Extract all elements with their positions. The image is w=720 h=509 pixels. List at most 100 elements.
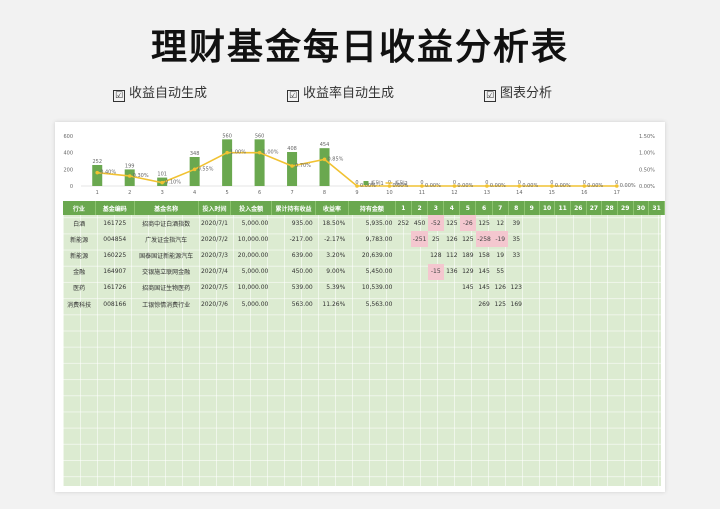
table-cell[interactable] <box>633 280 649 296</box>
table-cell[interactable]: 164907 <box>95 264 134 280</box>
table-cell[interactable] <box>586 296 602 312</box>
table-cell[interactable]: 医药 <box>63 280 95 296</box>
table-cell[interactable]: -26 <box>459 215 476 232</box>
table-cell[interactable] <box>633 215 649 231</box>
table-cell[interactable]: 10,539.00 <box>348 280 395 296</box>
table-cell[interactable] <box>555 296 571 312</box>
table-cell[interactable] <box>633 296 649 312</box>
feature-item-chart[interactable]: ☑ 图表分析 <box>484 82 552 102</box>
table-cell[interactable] <box>602 296 618 312</box>
table-cell[interactable]: 新能源 <box>63 247 95 263</box>
table-cell[interactable] <box>395 231 411 247</box>
table-cell[interactable] <box>586 247 602 263</box>
table-cell[interactable]: 9.00% <box>316 264 349 280</box>
table-cell[interactable] <box>395 280 411 296</box>
table-cell[interactable]: 145 <box>476 280 492 296</box>
table-cell[interactable]: -258 <box>475 231 493 248</box>
table-cell[interactable] <box>539 264 555 280</box>
table-cell[interactable]: 5,935.00 <box>348 215 395 231</box>
table-cell[interactable] <box>570 231 586 247</box>
table-cell[interactable]: 450.00 <box>271 264 315 280</box>
table-cell[interactable] <box>570 280 586 296</box>
table-cell[interactable]: 935.00 <box>271 215 315 231</box>
column-header[interactable]: 3 <box>427 201 445 215</box>
column-header[interactable]: 持有金额 <box>348 201 396 215</box>
table-cell[interactable] <box>428 280 444 296</box>
table-cell[interactable] <box>602 231 618 247</box>
table-cell[interactable] <box>411 280 427 296</box>
table-cell[interactable] <box>570 264 586 280</box>
table-cell[interactable]: 9,783.00 <box>348 231 395 247</box>
table-cell[interactable] <box>586 280 602 296</box>
table-cell[interactable]: -52 <box>427 215 444 232</box>
table-cell[interactable]: 125 <box>460 231 476 247</box>
table-cell[interactable]: 169 <box>508 296 524 312</box>
table-cell[interactable] <box>586 215 602 231</box>
table-cell[interactable]: 2020/7/6 <box>198 296 231 312</box>
table-cell[interactable]: 国泰国证新能源汽车 <box>134 247 198 263</box>
table-cell[interactable]: 3.20% <box>316 247 349 263</box>
table-cell[interactable]: 128 <box>428 247 444 263</box>
table-cell[interactable]: 39 <box>508 215 524 231</box>
table-cell[interactable]: 5,000.00 <box>231 215 272 231</box>
table-cell[interactable]: -251 <box>411 231 428 248</box>
table-cell[interactable] <box>602 247 618 263</box>
table-cell[interactable] <box>633 264 649 280</box>
table-cell[interactable]: 5.39% <box>316 280 349 296</box>
table-cell[interactable]: 20,000.00 <box>231 247 272 263</box>
table-cell[interactable]: 工银惊情消费行业 <box>134 296 198 312</box>
table-cell[interactable] <box>555 247 571 263</box>
table-cell[interactable] <box>602 264 618 280</box>
table-cell[interactable] <box>395 296 411 312</box>
column-header[interactable]: 行业 <box>63 201 96 215</box>
column-header[interactable]: 基金名称 <box>134 201 199 215</box>
column-header[interactable]: 26 <box>570 201 587 215</box>
table-cell[interactable]: 11.26% <box>316 296 349 312</box>
table-cell[interactable] <box>617 296 633 312</box>
column-header[interactable]: 5 <box>459 201 477 215</box>
table-cell[interactable] <box>555 280 571 296</box>
table-cell[interactable]: 123 <box>508 280 524 296</box>
table-cell[interactable] <box>524 296 539 312</box>
table-cell[interactable]: 5,000.00 <box>231 296 272 312</box>
table-cell[interactable]: -15 <box>427 263 444 280</box>
table-cell[interactable]: 126 <box>444 231 460 247</box>
table-cell[interactable]: 交银施立联网金融 <box>134 264 198 280</box>
column-header[interactable]: 6 <box>475 201 493 215</box>
table-cell[interactable] <box>460 296 476 312</box>
table-cell[interactable] <box>524 215 539 231</box>
table-cell[interactable]: 161726 <box>95 280 134 296</box>
table-cell[interactable]: 2020/7/3 <box>198 247 231 263</box>
table-cell[interactable]: 125 <box>444 215 460 231</box>
column-header[interactable]: 9 <box>524 201 540 215</box>
column-header[interactable]: 4 <box>443 201 461 215</box>
column-header[interactable]: 7 <box>492 201 509 215</box>
table-cell[interactable]: 2020/7/5 <box>198 280 231 296</box>
table-cell[interactable] <box>649 280 665 296</box>
table-cell[interactable]: 145 <box>476 264 492 280</box>
table-cell[interactable] <box>617 264 633 280</box>
table-cell[interactable]: 158 <box>476 247 492 263</box>
table-cell[interactable]: 539.00 <box>271 280 315 296</box>
table-cell[interactable] <box>524 264 539 280</box>
table-cell[interactable] <box>524 231 539 247</box>
table-cell[interactable] <box>586 264 602 280</box>
column-header[interactable]: 27 <box>586 201 603 215</box>
table-cell[interactable]: 112 <box>444 247 460 263</box>
table-cell[interactable]: 129 <box>460 264 476 280</box>
table-cell[interactable]: 5,563.00 <box>348 296 395 312</box>
table-cell[interactable] <box>539 231 555 247</box>
table-cell[interactable]: -19 <box>492 231 509 248</box>
column-header[interactable]: 30 <box>633 201 650 215</box>
table-cell[interactable] <box>395 264 411 280</box>
table-cell[interactable]: 161725 <box>95 215 134 231</box>
table-cell[interactable]: 125 <box>492 296 508 312</box>
table-cell[interactable]: 招商中证白酒指数 <box>134 215 198 231</box>
table-cell[interactable]: 450 <box>411 215 427 231</box>
table-cell[interactable]: 252 <box>395 215 411 231</box>
table-cell[interactable]: 金融 <box>63 264 95 280</box>
table-cell[interactable]: 18.50% <box>316 215 349 231</box>
table-cell[interactable] <box>570 215 586 231</box>
table-cell[interactable]: 004854 <box>95 231 134 247</box>
table-cell[interactable] <box>539 215 555 231</box>
